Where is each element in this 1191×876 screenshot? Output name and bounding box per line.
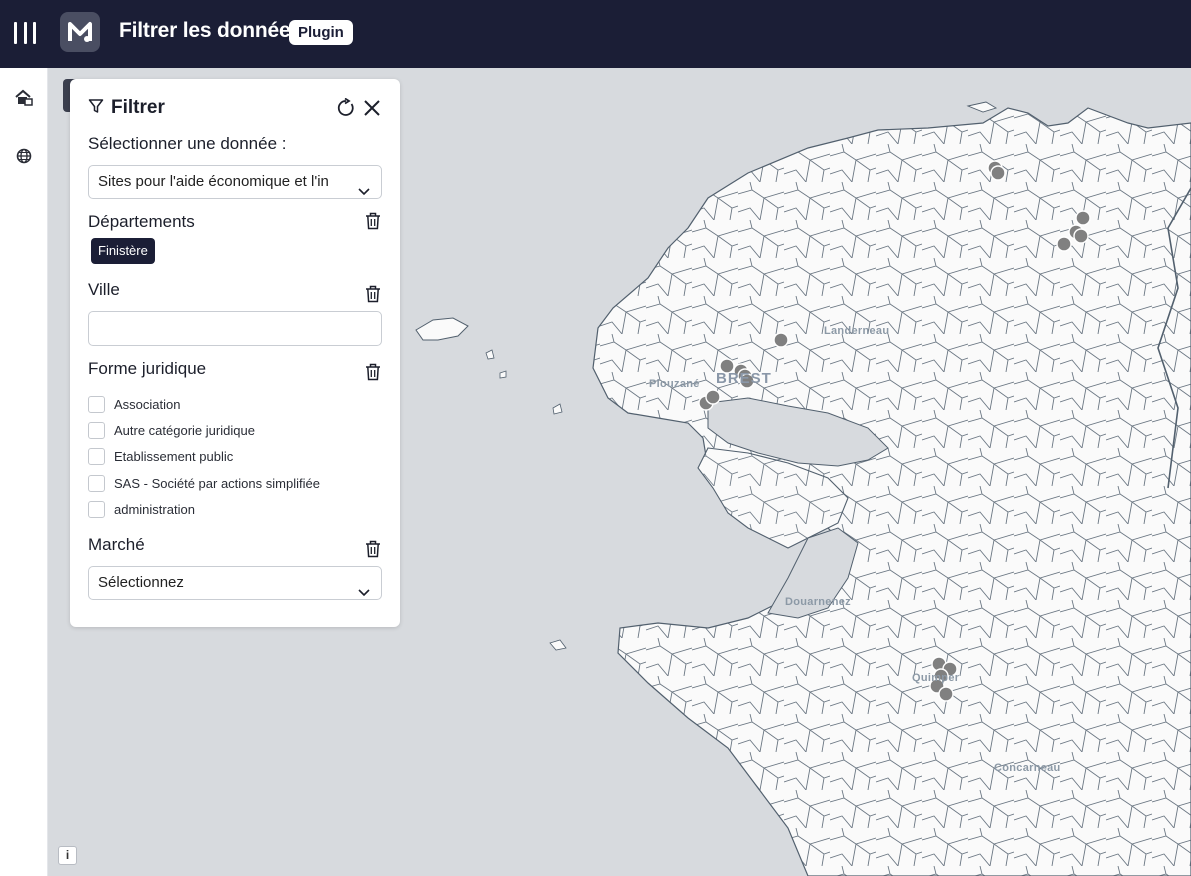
map-label-plouzane: Plouzané — [649, 378, 700, 390]
top-bar: Filtrer les données Plugin — [0, 0, 1191, 68]
chevron-down-icon — [358, 577, 370, 599]
map-marker — [990, 165, 1006, 181]
ville-title: Ville — [88, 280, 120, 299]
checkbox-sas[interactable]: SAS - Société par actions simplifiée — [88, 475, 320, 492]
map-marker — [1075, 210, 1091, 226]
panel-title: Filtrer — [111, 97, 165, 118]
trash-icon[interactable] — [365, 363, 381, 381]
chevron-down-icon — [358, 176, 370, 198]
home-icon[interactable] — [14, 88, 34, 108]
checkbox-label: administration — [114, 502, 195, 517]
map-label-quimper: Quimper — [912, 672, 960, 684]
plugin-badge: Plugin — [289, 20, 353, 45]
dataset-select-label: Sélectionner une donnée : — [88, 134, 287, 153]
left-rail — [0, 68, 48, 876]
map-marker — [938, 686, 954, 702]
globe-icon[interactable] — [14, 146, 34, 166]
filter-panel: Filtrer Sélectionner une donnée : Sites … — [70, 79, 400, 627]
checkbox-association[interactable]: Association — [88, 396, 180, 413]
reset-icon[interactable] — [335, 97, 357, 119]
forme-juridique-title: Forme juridique — [88, 359, 207, 378]
dataset-select[interactable]: Sites pour l'aide économique et l'in — [88, 165, 382, 199]
marche-select-value: Sélectionnez — [98, 574, 184, 591]
checkbox-label: SAS - Société par actions simplifiée — [114, 476, 320, 491]
ville-input[interactable] — [88, 311, 382, 346]
checkbox[interactable] — [88, 501, 105, 518]
marche-title: Marché — [88, 535, 145, 554]
map-label-brest: BREST — [716, 370, 772, 387]
ouessant-island — [415, 317, 469, 341]
checkbox-label: Autre catégorie juridique — [114, 423, 255, 438]
map-marker — [1056, 236, 1072, 252]
trash-icon[interactable] — [365, 285, 381, 303]
app-logo — [60, 12, 100, 52]
filter-icon — [88, 98, 104, 119]
checkbox[interactable] — [88, 475, 105, 492]
checkbox-etablissement-public[interactable]: Etablissement public — [88, 448, 233, 465]
panel-header: Filtrer — [88, 97, 165, 119]
menu-icon[interactable] — [14, 22, 36, 44]
map-label-douarnenez: Douarnenez — [785, 596, 851, 608]
map-marker — [1073, 228, 1089, 244]
checkbox[interactable] — [88, 396, 105, 413]
page-title: Filtrer les données — [119, 19, 302, 42]
close-icon[interactable] — [361, 97, 383, 119]
marche-select[interactable]: Sélectionnez — [88, 566, 382, 600]
dataset-select-value: Sites pour l'aide économique et l'in — [98, 173, 329, 190]
checkbox-administration[interactable]: administration — [88, 501, 195, 518]
checkbox[interactable] — [88, 422, 105, 439]
map-info-button[interactable]: i — [58, 846, 77, 865]
map-label-landerneau: Landerneau — [824, 325, 890, 337]
map-marker — [705, 389, 721, 405]
checkbox-label: Etablissement public — [114, 449, 234, 464]
checkbox-label: Association — [114, 397, 181, 412]
map-label-concarneau: Concarneau — [994, 762, 1061, 774]
trash-icon[interactable] — [365, 540, 381, 558]
checkbox-autre-categorie[interactable]: Autre catégorie juridique — [88, 422, 255, 439]
trash-icon[interactable] — [365, 212, 381, 230]
batz-island — [966, 101, 998, 113]
departements-title: Départements — [88, 212, 195, 231]
map-marker — [773, 332, 789, 348]
departement-chip[interactable]: Finistère — [91, 238, 155, 264]
checkbox[interactable] — [88, 448, 105, 465]
